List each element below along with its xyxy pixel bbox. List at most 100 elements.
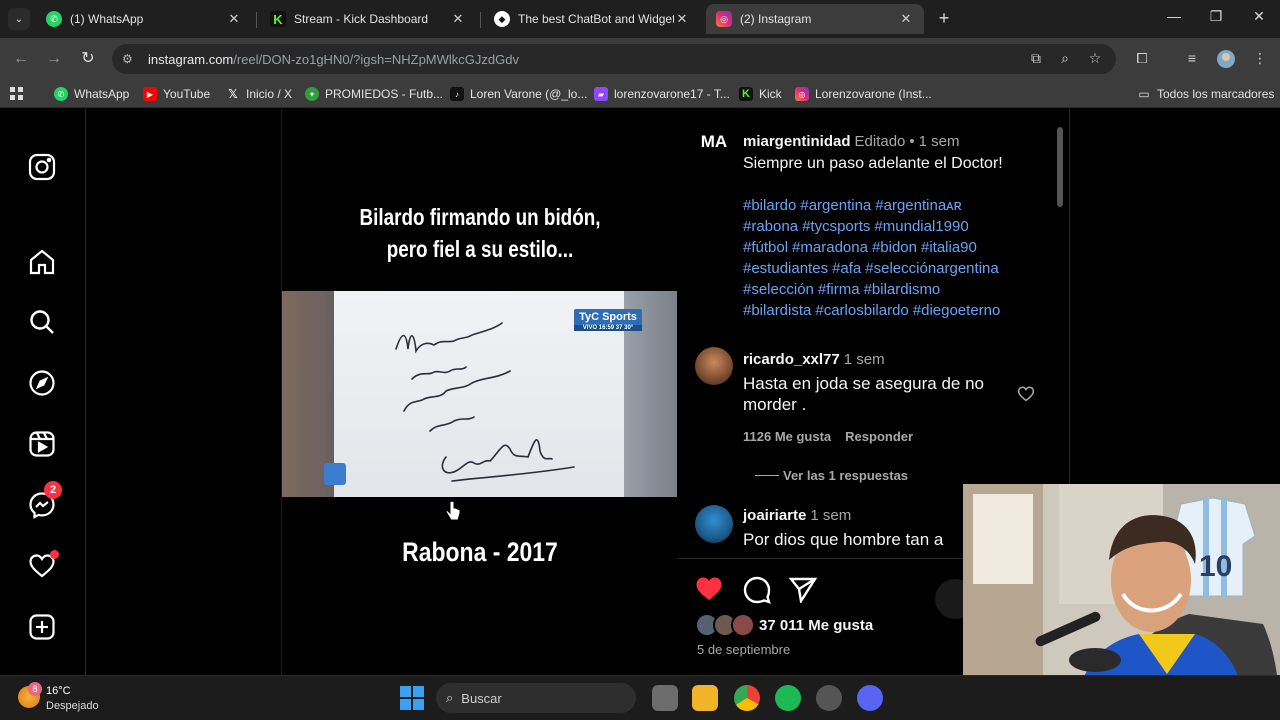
hashtag-link[interactable]: #rabona <box>743 218 798 235</box>
address-bar[interactable]: ⚙ instagram.com/reel/DON-zo1gHN0/?igsh=N… <box>112 44 1116 74</box>
bookmark-instagram[interactable]: ◎ Lorenzovarone (Inst... <box>795 85 932 103</box>
reel-video[interactable]: Bilardo firmando un bidón, pero fiel a s… <box>281 109 678 675</box>
heart-icon[interactable] <box>26 550 59 582</box>
tab-divider <box>256 12 257 28</box>
home-icon[interactable] <box>26 246 58 278</box>
bookmark-star-icon[interactable]: ☆ <box>1085 50 1105 68</box>
comment-author[interactable]: joairiarte <box>743 507 806 524</box>
new-tab-button[interactable]: + <box>934 8 954 28</box>
windows-start-icon[interactable] <box>400 686 424 715</box>
close-icon[interactable]: ✕ <box>226 11 242 27</box>
comment-likes[interactable]: 1126 Me gusta <box>743 429 831 444</box>
share-button[interactable] <box>788 577 818 608</box>
hashtag-link[interactable]: #tycsports <box>802 218 870 235</box>
scrollbar[interactable] <box>1057 127 1063 207</box>
file-explorer-icon[interactable] <box>692 685 718 711</box>
close-icon[interactable]: ✕ <box>450 11 466 27</box>
hashtag-link[interactable]: #carlosbilardo <box>815 302 908 319</box>
forward-button[interactable]: → <box>43 48 65 70</box>
view-replies-button[interactable]: Ver las 1 respuestas <box>783 468 908 483</box>
likes-count[interactable]: 37 011 Me gusta <box>759 617 873 634</box>
discord-icon[interactable] <box>857 685 883 711</box>
kick-icon: K <box>270 11 286 27</box>
post-author[interactable]: miargentinidad <box>743 133 851 150</box>
close-window-button[interactable]: ✕ <box>1247 8 1271 30</box>
hashtag-link[interactable]: #bilardo <box>743 197 796 214</box>
hashtag-link[interactable]: #bilardismo <box>864 281 941 298</box>
hashtag-link[interactable]: #afa <box>832 260 861 277</box>
install-app-icon[interactable]: ⧉ <box>1026 50 1046 68</box>
chrome-icon[interactable] <box>734 685 760 711</box>
bookmark-x[interactable]: 𝕏 Inicio / X <box>226 85 292 103</box>
tab-search-button[interactable]: ⌄ <box>8 8 30 30</box>
close-icon[interactable]: ✕ <box>898 11 914 27</box>
notification-badge: 2 <box>44 481 62 499</box>
bookmark-youtube[interactable]: ▶ YouTube <box>143 85 210 103</box>
comment-button[interactable] <box>743 576 771 609</box>
media-control-icon[interactable]: ≡ <box>1182 50 1202 68</box>
menu-kebab-icon[interactable]: ⋮ <box>1250 50 1270 68</box>
explore-compass-icon[interactable] <box>26 367 58 399</box>
bookmark-kick[interactable]: K Kick <box>739 85 782 103</box>
reply-button[interactable]: Responder <box>845 429 913 444</box>
avatar[interactable]: MA <box>695 123 733 161</box>
hashtag-link[interactable]: #italia90 <box>921 239 977 256</box>
bookmark-whatsapp[interactable]: ✆ WhatsApp <box>54 85 129 103</box>
steam-icon[interactable] <box>816 685 842 711</box>
hashtag-link[interactable]: #argentinaᴀʀ <box>875 197 961 214</box>
hashtag-link[interactable]: #mundial1990 <box>874 218 968 235</box>
create-post-icon[interactable] <box>26 611 58 643</box>
hashtag-link[interactable]: #bilardista <box>743 302 811 319</box>
messenger-icon[interactable]: 2 <box>26 481 62 521</box>
zoom-icon[interactable]: ⌕ <box>1055 50 1075 68</box>
hashtag-link[interactable]: #bidon <box>872 239 917 256</box>
avatar[interactable] <box>695 505 733 543</box>
reload-button[interactable]: ↻ <box>77 48 99 70</box>
comment-time: 1 sem <box>843 351 885 368</box>
back-button[interactable]: ← <box>10 48 32 70</box>
post-time: 1 sem <box>918 133 960 150</box>
bookmark-promiedos[interactable]: ✦ PROMIEDOS - Futb... <box>305 85 443 103</box>
hashtag-link[interactable]: #selección <box>743 281 814 298</box>
all-bookmarks-folder[interactable]: ▭ Todos los marcadores <box>1137 85 1274 103</box>
extensions-icon[interactable]: ⧠ <box>1132 50 1152 68</box>
search-icon[interactable] <box>26 306 58 338</box>
search-icon: ⌕ <box>446 690 454 705</box>
tab-kick-dashboard[interactable]: K Stream - Kick Dashboard ✕ <box>260 4 476 34</box>
hashtag-link[interactable]: #firma <box>818 281 860 298</box>
bookmark-tiktok[interactable]: ♪ Loren Varone (@_lo... <box>450 85 587 103</box>
restore-button[interactable]: ❐ <box>1204 8 1228 30</box>
tab-whatsapp[interactable]: ✆ (1) WhatsApp ✕ <box>36 4 252 34</box>
hashtag-link[interactable]: #diegoeterno <box>913 302 1001 319</box>
task-view-icon[interactable] <box>652 685 678 711</box>
taskbar-search[interactable]: ⌕ Buscar <box>436 683 636 713</box>
weather-widget[interactable]: 16°C Despejado <box>20 684 99 714</box>
reels-icon[interactable] <box>26 428 58 460</box>
bookmark-label: Todos los marcadores <box>1157 87 1275 101</box>
chevron-down-icon: ⌄ <box>14 13 24 25</box>
whatsapp-icon: ✆ <box>46 11 62 27</box>
avatar[interactable] <box>695 347 733 385</box>
close-icon[interactable]: ✕ <box>674 11 690 27</box>
x-icon: 𝕏 <box>228 87 238 101</box>
hashtag-link[interactable]: #fútbol <box>743 239 788 256</box>
hashtag-link[interactable]: #selecciónargentina <box>865 260 998 277</box>
profile-avatar[interactable] <box>1216 50 1236 68</box>
tab-instagram[interactable]: ◎ (2) Instagram ✕ <box>706 4 924 34</box>
like-button[interactable] <box>695 576 723 607</box>
site-info-icon[interactable]: ⚙ <box>122 52 138 66</box>
hashtag-link[interactable]: #estudiantes <box>743 260 828 277</box>
video-caption-line-1: Bilardo firmando un bidón, <box>359 204 601 230</box>
replies-line <box>755 475 779 476</box>
hashtag-link[interactable]: #maradona <box>792 239 868 256</box>
heart-icon[interactable] <box>1017 385 1035 408</box>
hashtag-link[interactable]: #argentina <box>800 197 871 214</box>
bookmark-twitch[interactable]: ▰ lorenzovarone17 - T... <box>594 85 730 103</box>
apps-grid-icon[interactable] <box>10 85 24 103</box>
instagram-logo-icon[interactable] <box>26 151 58 183</box>
bookmark-label: Inicio / X <box>246 87 293 101</box>
comment-author[interactable]: ricardo_xxl77 <box>743 351 840 368</box>
minimize-button[interactable]: — <box>1162 8 1186 30</box>
spotify-icon[interactable] <box>775 685 801 711</box>
tab-botrix[interactable]: ◆ The best ChatBot and Widgets f ✕ <box>484 4 700 34</box>
